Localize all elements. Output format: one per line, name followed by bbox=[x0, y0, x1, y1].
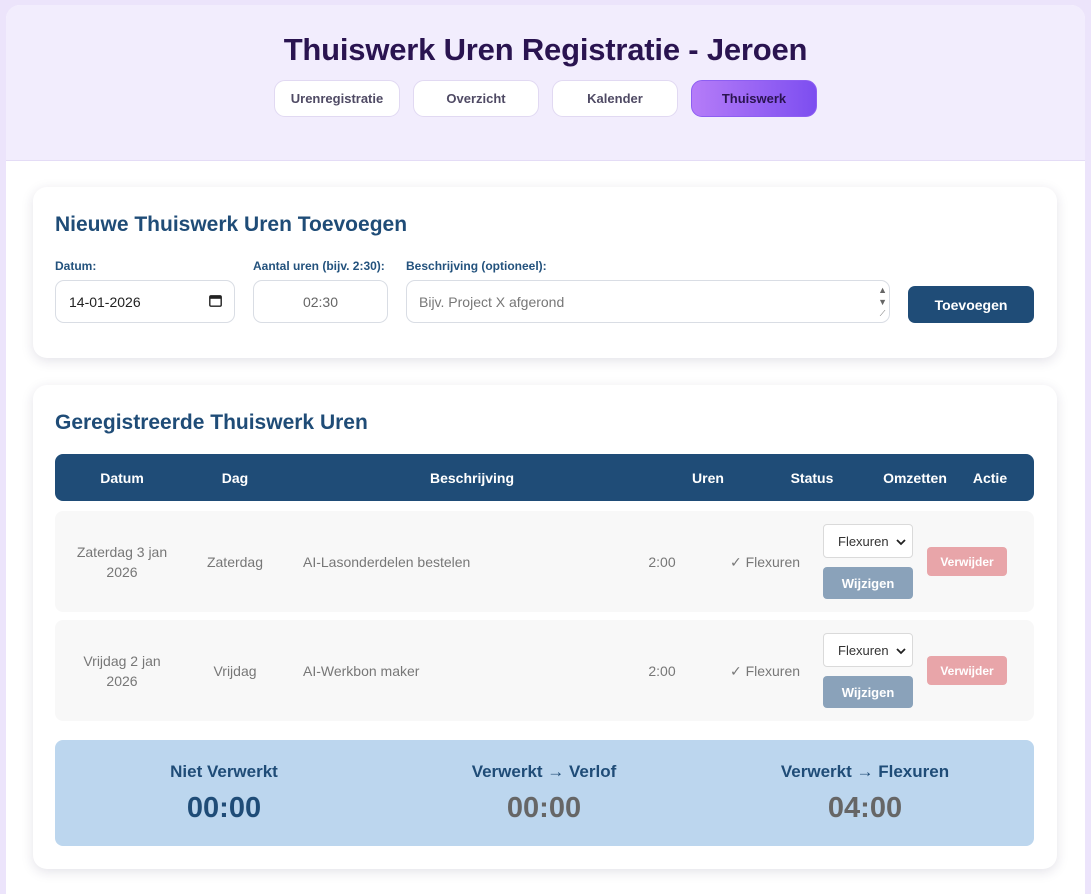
column-header-status: Status bbox=[790, 469, 834, 486]
date-label: Datum: bbox=[55, 259, 97, 273]
summary-unprocessed: Niet Verwerkt 00:00 bbox=[61, 740, 387, 825]
nav-tabs: Urenregistratie Overzicht Kalender Thuis… bbox=[6, 80, 1085, 117]
edit-button[interactable]: Wijzigen bbox=[823, 676, 913, 708]
row-description: AI-Werkbon maker bbox=[303, 662, 420, 679]
tab-thuiswerk[interactable]: Thuiswerk bbox=[691, 80, 817, 117]
chevron-down-icon bbox=[896, 643, 906, 658]
column-header-uren: Uren bbox=[692, 469, 724, 486]
summary-label: Verwerkt → Flexuren bbox=[780, 762, 950, 781]
hours-label: Aantal uren (bijv. 2:30): bbox=[253, 259, 385, 273]
tab-kalender[interactable]: Kalender bbox=[552, 80, 678, 117]
page-title: Thuiswerk Uren Registratie - Jeroen bbox=[283, 32, 808, 67]
convert-select-value: Flexuren bbox=[838, 533, 889, 549]
edit-button[interactable]: Wijzigen bbox=[823, 567, 913, 599]
delete-button[interactable]: Verwijder bbox=[927, 656, 1007, 685]
new-entry-card: Nieuwe Thuiswerk Uren Toevoegen Datum: A… bbox=[33, 187, 1057, 358]
column-header-datum: Datum bbox=[100, 469, 144, 486]
table-row: Zaterdag 3 jan 2026 Zaterdag AI-Lasonder… bbox=[55, 511, 1034, 612]
summary-panel: Niet Verwerkt 00:00 Verwerkt → Verlof 00… bbox=[55, 740, 1034, 846]
convert-select[interactable]: Flexuren bbox=[823, 524, 913, 558]
row-day: Zaterdag bbox=[206, 553, 264, 570]
summary-label: Niet Verwerkt bbox=[170, 762, 278, 781]
table-row: Vrijdag 2 jan 2026 Vrijdag AI-Werkbon ma… bbox=[55, 620, 1034, 721]
description-placeholder: Bijv. Project X afgerond bbox=[419, 293, 565, 310]
hours-value: 02:30 bbox=[302, 293, 339, 310]
calendar-icon[interactable] bbox=[209, 294, 222, 310]
hours-input[interactable]: 02:30 bbox=[253, 280, 388, 323]
column-header-beschrijving: Beschrijving bbox=[429, 469, 515, 486]
date-input[interactable]: 14-01-2026 bbox=[55, 280, 235, 323]
row-hours: 2:00 bbox=[648, 553, 676, 570]
column-header-omzetten: Omzetten bbox=[883, 469, 947, 486]
description-input[interactable]: Bijv. Project X afgerond ▲ ▼ ⟋ bbox=[406, 280, 890, 323]
header: Thuiswerk Uren Registratie - Jeroen Uren… bbox=[6, 5, 1085, 161]
row-hours: 2:00 bbox=[648, 662, 676, 679]
column-header-actie: Actie bbox=[972, 469, 1008, 486]
row-status: ✓ Flexuren bbox=[729, 553, 801, 570]
registered-hours-card: Geregistreerde Thuiswerk Uren Datum Dag … bbox=[33, 385, 1057, 869]
row-date: Vrijdag 2 jan 2026 bbox=[83, 652, 161, 689]
summary-to-flex: Verwerkt → Flexuren 04:00 bbox=[702, 740, 1028, 825]
row-status: ✓ Flexuren bbox=[729, 662, 801, 679]
tab-overzicht[interactable]: Overzicht bbox=[413, 80, 539, 117]
table-header: Datum Dag Beschrijving Uren Status Omzet… bbox=[55, 454, 1034, 501]
summary-label: Verwerkt → Verlof bbox=[471, 762, 617, 781]
textarea-scroll-arrows-icon[interactable]: ▲ ▼ ⟋ bbox=[878, 281, 889, 322]
convert-select-value: Flexuren bbox=[838, 642, 889, 658]
date-value: 14-01-2026 bbox=[69, 293, 141, 310]
app-window: Thuiswerk Uren Registratie - Jeroen Uren… bbox=[6, 5, 1085, 894]
delete-button[interactable]: Verwijder bbox=[927, 547, 1007, 576]
summary-to-leave: Verwerkt → Verlof 00:00 bbox=[381, 740, 707, 825]
chevron-down-icon bbox=[896, 534, 906, 549]
row-day: Vrijdag bbox=[213, 662, 257, 679]
form-title: Nieuwe Thuiswerk Uren Toevoegen bbox=[55, 213, 408, 236]
convert-select[interactable]: Flexuren bbox=[823, 633, 913, 667]
row-description: AI-Lasonderdelen bestelen bbox=[303, 553, 471, 570]
row-date: Zaterdag 3 jan 2026 bbox=[76, 543, 168, 580]
list-title: Geregistreerde Thuiswerk Uren bbox=[55, 411, 368, 434]
add-button[interactable]: Toevoegen bbox=[908, 286, 1034, 323]
summary-value: 04:00 bbox=[827, 792, 903, 824]
column-header-dag: Dag bbox=[221, 469, 249, 486]
description-label: Beschrijving (optioneel): bbox=[406, 259, 547, 273]
summary-value: 00:00 bbox=[506, 792, 582, 824]
tab-urenregistratie[interactable]: Urenregistratie bbox=[274, 80, 400, 117]
summary-value: 00:00 bbox=[186, 792, 262, 824]
